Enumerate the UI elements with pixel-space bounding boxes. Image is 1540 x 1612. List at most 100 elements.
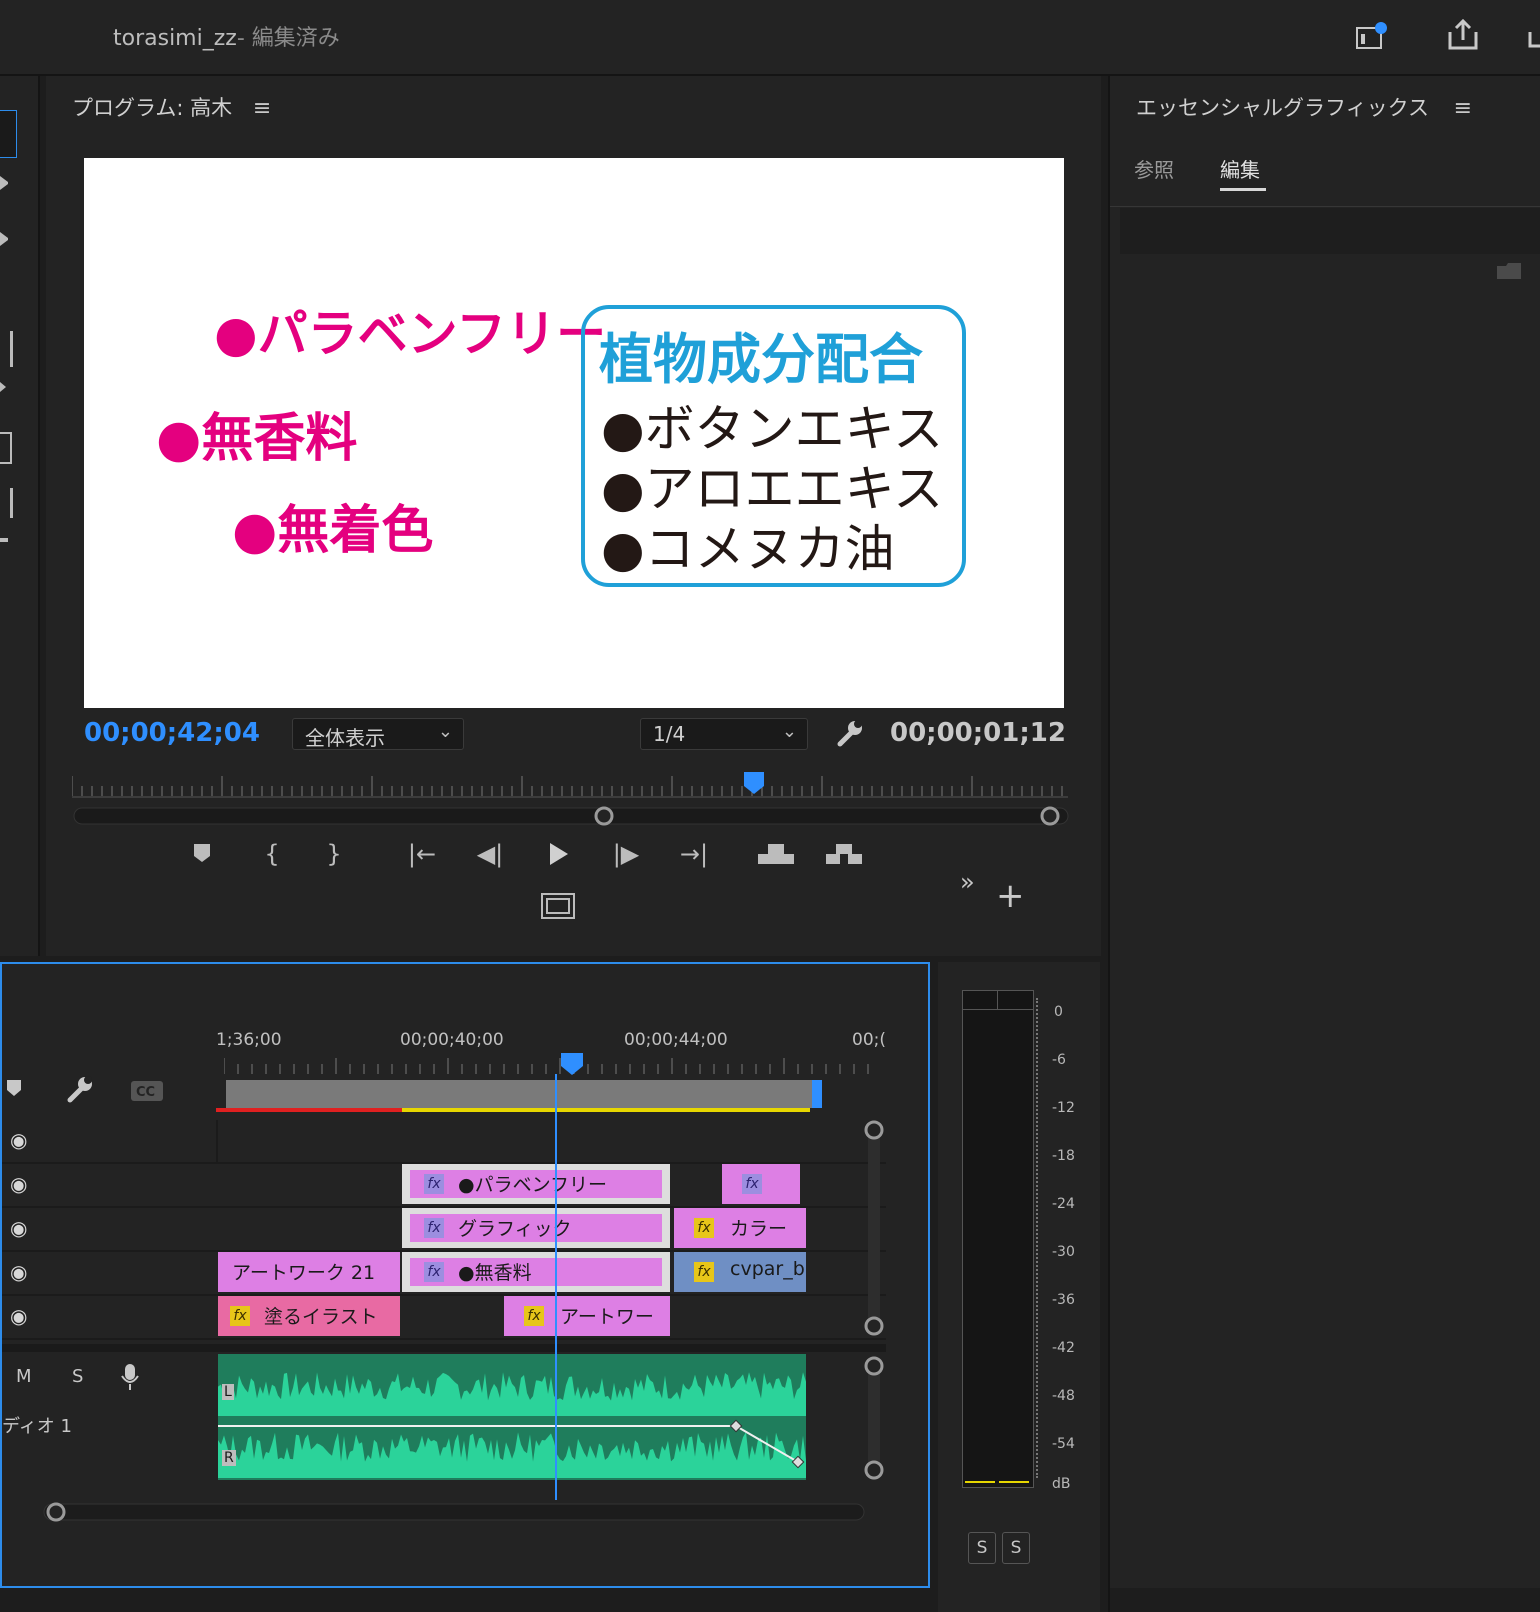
fx-badge-icon: fx xyxy=(424,1262,444,1282)
add-marker-icon[interactable] xyxy=(6,1078,22,1098)
db-label: -30 xyxy=(1052,1244,1075,1260)
clip-artwork[interactable]: fx アートワー xyxy=(504,1296,670,1336)
work-area-end-handle[interactable] xyxy=(812,1080,822,1108)
export-frame-button[interactable] xyxy=(538,888,578,924)
program-zoom-scrollbar[interactable] xyxy=(72,804,1072,828)
db-label: -12 xyxy=(1052,1100,1075,1116)
db-label: -18 xyxy=(1052,1148,1075,1164)
clip-fragrance-free[interactable]: fx ●無香料 xyxy=(402,1252,670,1292)
clip-graphic[interactable]: fx グラフィック xyxy=(402,1208,670,1248)
clip-graphic-small[interactable]: fx xyxy=(722,1164,800,1204)
add-marker-button[interactable] xyxy=(182,838,222,874)
program-video-frame[interactable]: ●パラベンフリー ●無香料 ●無着色 植物成分配合 ●ボタンエキス ●アロエエキ… xyxy=(84,158,1064,708)
playhead-handle[interactable] xyxy=(560,1052,584,1076)
settings-wrench-icon[interactable] xyxy=(834,718,864,748)
mark-in-button[interactable]: { xyxy=(252,836,292,872)
panel-menu-icon[interactable]: ≡ xyxy=(1454,96,1472,121)
timeline-panel: 1;36;00 00;00;40;00 00;00;44;00 00;( CC … xyxy=(0,962,930,1588)
timeline-zoom-scrollbar[interactable] xyxy=(42,1500,872,1524)
track-row-v5: ◉ xyxy=(2,1120,886,1164)
frame-text-fragrance-free: ●無香料 xyxy=(156,409,358,469)
layer-list xyxy=(1120,208,1540,254)
razor-tool-icon[interactable] xyxy=(0,331,13,367)
playhead-timecode[interactable]: 00;00;42;04 xyxy=(84,718,260,748)
clip-color[interactable]: fx カラー xyxy=(674,1208,806,1248)
extract-button[interactable] xyxy=(824,836,864,872)
go-to-in-button[interactable]: |← xyxy=(402,836,442,872)
document-title: torasimi_zz- 編集済み xyxy=(113,20,340,52)
clip-label: アートワーク 21 xyxy=(232,1262,376,1284)
step-forward-button[interactable]: |▶ xyxy=(606,836,646,872)
timeline-ruler-ticks[interactable] xyxy=(223,1058,884,1076)
ripple-edit-tool-icon[interactable] xyxy=(0,232,14,246)
lift-button[interactable] xyxy=(756,836,796,872)
step-back-button[interactable]: ◀| xyxy=(470,836,510,872)
window-control-icon[interactable] xyxy=(1528,30,1540,50)
resolution-dropdown[interactable]: 1/4 ⌄ xyxy=(640,718,808,750)
selection-tool-icon[interactable] xyxy=(0,110,17,158)
frame-text-color-free: ●無着色 xyxy=(232,501,434,561)
folder-icon[interactable] xyxy=(1496,262,1522,280)
microphone-icon[interactable] xyxy=(120,1362,140,1392)
share-icon[interactable] xyxy=(1446,18,1480,52)
eye-icon[interactable]: ◉ xyxy=(10,1216,27,1240)
essential-graphics-title[interactable]: エッセンシャルグラフィックス ≡ xyxy=(1136,92,1472,122)
eye-icon[interactable]: ◉ xyxy=(10,1128,27,1152)
meter-channel-divider xyxy=(997,991,998,1009)
program-title-label: プログラム: 高木 xyxy=(72,96,233,120)
track-select-tool-icon[interactable] xyxy=(0,176,14,190)
more-controls-icon[interactable]: » xyxy=(960,868,975,896)
captions-icon[interactable]: CC xyxy=(130,1080,164,1102)
channel-right-label: R xyxy=(222,1450,236,1466)
document-name: torasimi_zz xyxy=(113,26,237,51)
panel-bottom-border xyxy=(1110,1588,1540,1612)
type-tool-icon[interactable] xyxy=(0,538,8,542)
quick-export-icon[interactable] xyxy=(1355,22,1387,50)
mark-out-button[interactable]: } xyxy=(314,836,354,872)
mute-button[interactable]: M xyxy=(16,1366,32,1387)
meter-solo-left-button[interactable]: S xyxy=(968,1532,996,1564)
audio-meter-panel: 0 -6 -12 -18 -24 -30 -36 -42 -48 -54 dB … xyxy=(938,962,1100,1612)
db-label: 0 xyxy=(1054,1004,1063,1020)
video-scrollbar[interactable] xyxy=(864,1120,884,1336)
clip-paint-illustration[interactable]: fx 塗るイラスト xyxy=(218,1296,400,1336)
slip-tool-icon[interactable] xyxy=(0,382,10,392)
panel-menu-icon[interactable]: ≡ xyxy=(253,96,271,121)
fx-badge-icon: fx xyxy=(694,1218,714,1238)
tab-edit[interactable]: 編集 xyxy=(1220,154,1260,183)
playhead-line xyxy=(555,1074,557,1500)
program-time-ruler[interactable] xyxy=(71,770,1072,798)
clip-artwork-21[interactable]: アートワーク 21 xyxy=(218,1252,400,1292)
video-audio-divider xyxy=(2,1344,886,1352)
clip-paraben-free[interactable]: fx ●パラベンフリー xyxy=(402,1164,670,1204)
program-monitor-title[interactable]: プログラム: 高木 ≡ xyxy=(72,92,271,122)
eye-icon[interactable]: ◉ xyxy=(10,1172,27,1196)
audio-meter-bars xyxy=(962,990,1034,1488)
play-button[interactable] xyxy=(538,836,578,872)
fx-badge-icon: fx xyxy=(230,1306,250,1326)
audio-track-name: ディオ 1 xyxy=(2,1416,72,1437)
track-header-divider xyxy=(216,1120,218,1162)
eye-icon[interactable]: ◉ xyxy=(10,1304,27,1328)
hand-tool-icon[interactable] xyxy=(0,488,13,518)
timeline-settings-wrench-icon[interactable] xyxy=(64,1074,94,1104)
audio-clip[interactable]: L R xyxy=(218,1354,806,1480)
tab-browse[interactable]: 参照 xyxy=(1134,154,1174,183)
eye-icon[interactable]: ◉ xyxy=(10,1260,27,1284)
meter-level-left xyxy=(965,1481,995,1483)
work-area-bar[interactable] xyxy=(226,1080,812,1108)
clip-cvpar[interactable]: fx cvpar_b. xyxy=(674,1252,806,1292)
ruler-label-40: 00;00;40;00 xyxy=(400,1030,504,1050)
ingredient-box: 植物成分配合 ●ボタンエキス ●アロエエキス ●コメヌカ油 xyxy=(581,305,966,587)
audio-scrollbar[interactable] xyxy=(864,1356,884,1488)
go-to-out-button[interactable]: →| xyxy=(674,836,714,872)
pen-tool-icon[interactable] xyxy=(0,432,12,464)
db-label: -24 xyxy=(1052,1196,1075,1212)
zoom-dropdown[interactable]: 全体表示 ⌄ xyxy=(292,718,464,750)
track-row-v3: ◉ fx グラフィック fx カラー xyxy=(2,1208,886,1252)
solo-button[interactable]: S xyxy=(72,1366,83,1387)
fx-badge-icon: fx xyxy=(694,1262,714,1282)
add-button-icon[interactable]: + xyxy=(996,876,1025,916)
channel-left-label: L xyxy=(222,1384,234,1400)
meter-solo-right-button[interactable]: S xyxy=(1002,1532,1030,1564)
